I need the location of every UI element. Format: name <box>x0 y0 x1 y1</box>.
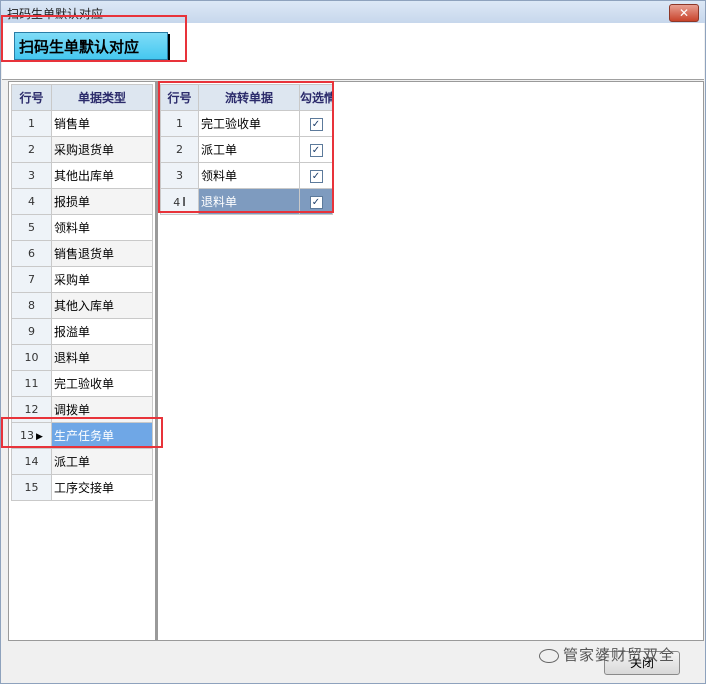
document-type-cell[interactable]: 报损单 <box>51 188 153 215</box>
row-number-cell[interactable]: 4 <box>11 188 52 215</box>
table-row[interactable]: 11 完工验收单 <box>11 370 153 397</box>
row-number: 1 <box>28 117 35 130</box>
row-number: 8 <box>28 299 35 312</box>
document-type-cell[interactable]: 采购退货单 <box>51 136 153 163</box>
row-number-cell[interactable]: 9 <box>11 318 52 345</box>
table-row[interactable]: 15 工序交接单 <box>11 474 153 501</box>
row-number: 2 <box>28 143 35 156</box>
document-type-cell[interactable]: 销售单 <box>51 110 153 137</box>
row-number: 15 <box>24 481 39 494</box>
highlight-box-right-table <box>158 81 334 213</box>
document-type-cell[interactable]: 其他出库单 <box>51 162 153 189</box>
watermark: 管家婆财贸双全 <box>539 644 675 665</box>
document-type-cell[interactable]: 其他入库单 <box>51 292 153 319</box>
table-row[interactable]: 4 报损单 <box>11 188 153 215</box>
document-type-cell[interactable]: 完工验收单 <box>51 370 153 397</box>
wechat-icon <box>539 648 559 663</box>
row-number-cell[interactable]: 6 <box>11 240 52 267</box>
row-number: 6 <box>28 247 35 260</box>
row-number-cell[interactable]: 7 <box>11 266 52 293</box>
table-row[interactable]: 6 销售退货单 <box>11 240 153 267</box>
document-type-cell[interactable]: 采购单 <box>51 266 153 293</box>
row-number-cell[interactable]: 8 <box>11 292 52 319</box>
row-number: 12 <box>24 403 39 416</box>
document-type-cell[interactable]: 派工单 <box>51 448 153 475</box>
row-number: 5 <box>28 221 35 234</box>
document-type-cell[interactable]: 工序交接单 <box>51 474 153 501</box>
dialog-window: 扫码生单默认对应 ✕ 扫码生单默认对应 行号 单据类型 1 销售单 2 采购退货单 3 其… <box>0 0 706 684</box>
row-number: 10 <box>24 351 39 364</box>
table-row[interactable]: 3 其他出库单 <box>11 162 153 189</box>
table-header-row: 行号 单据类型 <box>11 84 153 111</box>
table-row[interactable]: 7 采购单 <box>11 266 153 293</box>
table-row[interactable]: 10 退料单 <box>11 344 153 371</box>
row-number: 9 <box>28 325 35 338</box>
table-row[interactable]: 2 采购退货单 <box>11 136 153 163</box>
row-number: 14 <box>24 455 39 468</box>
row-number: 11 <box>24 377 39 390</box>
highlight-box-header <box>1 15 187 62</box>
table-row[interactable]: 1 销售单 <box>11 110 153 137</box>
highlight-box-selected-row <box>1 417 163 448</box>
row-number-cell[interactable]: 2 <box>11 136 52 163</box>
row-number: 3 <box>28 169 35 182</box>
document-type-cell[interactable]: 领料单 <box>51 214 153 241</box>
row-number-cell[interactable]: 14 <box>11 448 52 475</box>
row-number-cell[interactable]: 11 <box>11 370 52 397</box>
table-row[interactable]: 9 报溢单 <box>11 318 153 345</box>
column-header-document-type[interactable]: 单据类型 <box>51 84 153 111</box>
close-button[interactable]: ✕ <box>669 4 699 22</box>
watermark-text: 管家婆财贸双全 <box>563 646 676 664</box>
table-row[interactable]: 8 其他入库单 <box>11 292 153 319</box>
row-number: 4 <box>28 195 35 208</box>
row-number-cell[interactable]: 1 <box>11 110 52 137</box>
document-type-cell[interactable]: 退料单 <box>51 344 153 371</box>
column-header-row-number[interactable]: 行号 <box>11 84 52 111</box>
row-number-cell[interactable]: 5 <box>11 214 52 241</box>
row-number-cell[interactable]: 3 <box>11 162 52 189</box>
document-type-cell[interactable]: 报溢单 <box>51 318 153 345</box>
row-number-cell[interactable]: 10 <box>11 344 52 371</box>
table-row[interactable]: 14 派工单 <box>11 448 153 475</box>
document-type-panel: 行号 单据类型 1 销售单 2 采购退货单 3 其他出库单 4 报损单 5 领料单 6 销售退货单 7 采… <box>8 81 157 641</box>
table-row[interactable]: 5 领料单 <box>11 214 153 241</box>
row-number-cell[interactable]: 15 <box>11 474 52 501</box>
row-number: 7 <box>28 273 35 286</box>
document-type-cell[interactable]: 销售退货单 <box>51 240 153 267</box>
